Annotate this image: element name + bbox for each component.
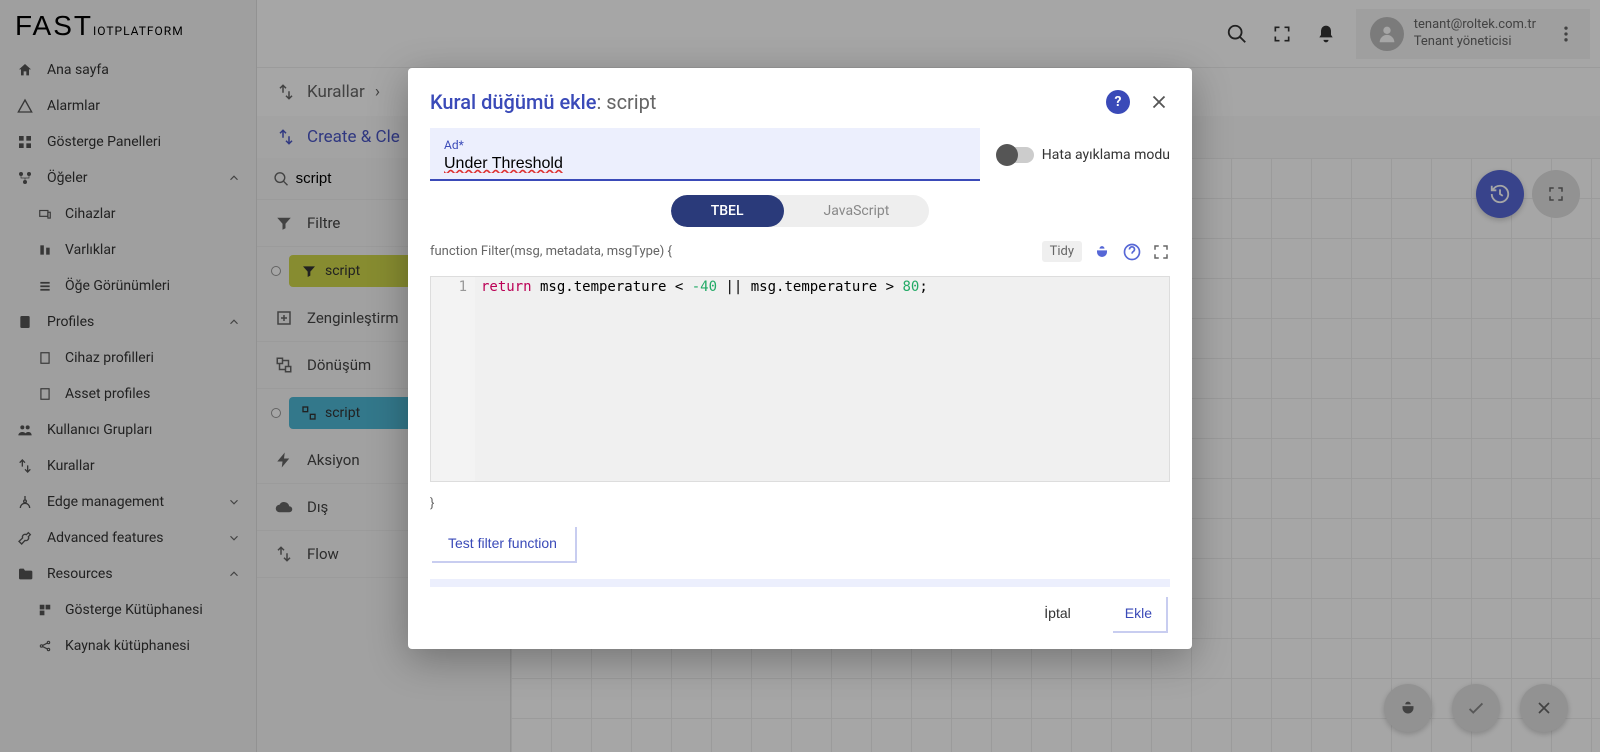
test-function-button[interactable]: Test filter function [430,525,575,561]
modal-title: Kural düğümü ekle: script [430,90,656,114]
toggle-track [998,147,1034,163]
code-num: -40 [692,279,717,295]
scroll-indicator [430,579,1170,587]
name-field[interactable]: Ad* [430,128,980,181]
line-number: 1 [439,279,467,295]
tab-tbel[interactable]: TBEL [671,195,784,227]
debug-toggle[interactable]: Hata ayıklama modu [998,147,1170,163]
code-text: msg.temperature < [532,279,692,295]
modal-title-main: Kural düğümü ekle [430,90,596,114]
editor-gutter: 1 [431,277,475,481]
debug-label: Hata ayıklama modu [1042,147,1170,163]
help-icon[interactable] [1122,242,1142,262]
modal-overlay: Kural düğümü ekle: script ? Ad* Hata ayı… [0,0,1600,752]
lang-segment: TBEL JavaScript [671,195,930,227]
code-editor[interactable]: 1 return msg.temperature < -40 || msg.te… [430,276,1170,482]
code-num: 80 [902,279,919,295]
editor-code[interactable]: return msg.temperature < -40 || msg.temp… [475,277,1169,481]
function-close: } [430,496,1170,511]
cancel-button[interactable]: İptal [1030,595,1084,631]
function-signature: function Filter(msg, metadata, msgType) … [430,244,672,259]
name-input[interactable] [444,153,966,175]
help-button[interactable]: ? [1106,90,1130,114]
code-text: ; [919,279,927,295]
bug-icon[interactable] [1092,242,1112,262]
code-text: || msg.temperature > [717,279,902,295]
tab-javascript[interactable]: JavaScript [784,195,930,227]
code-keyword: return [481,279,532,295]
add-node-modal: Kural düğümü ekle: script ? Ad* Hata ayı… [408,68,1192,649]
name-label: Ad* [444,138,464,152]
toggle-thumb [996,144,1018,166]
tidy-button[interactable]: Tidy [1042,241,1082,262]
add-button[interactable]: Ekle [1111,595,1166,631]
modal-title-sub: : script [596,90,656,114]
close-button[interactable] [1148,91,1170,113]
fullscreen-editor-icon[interactable] [1152,243,1170,261]
